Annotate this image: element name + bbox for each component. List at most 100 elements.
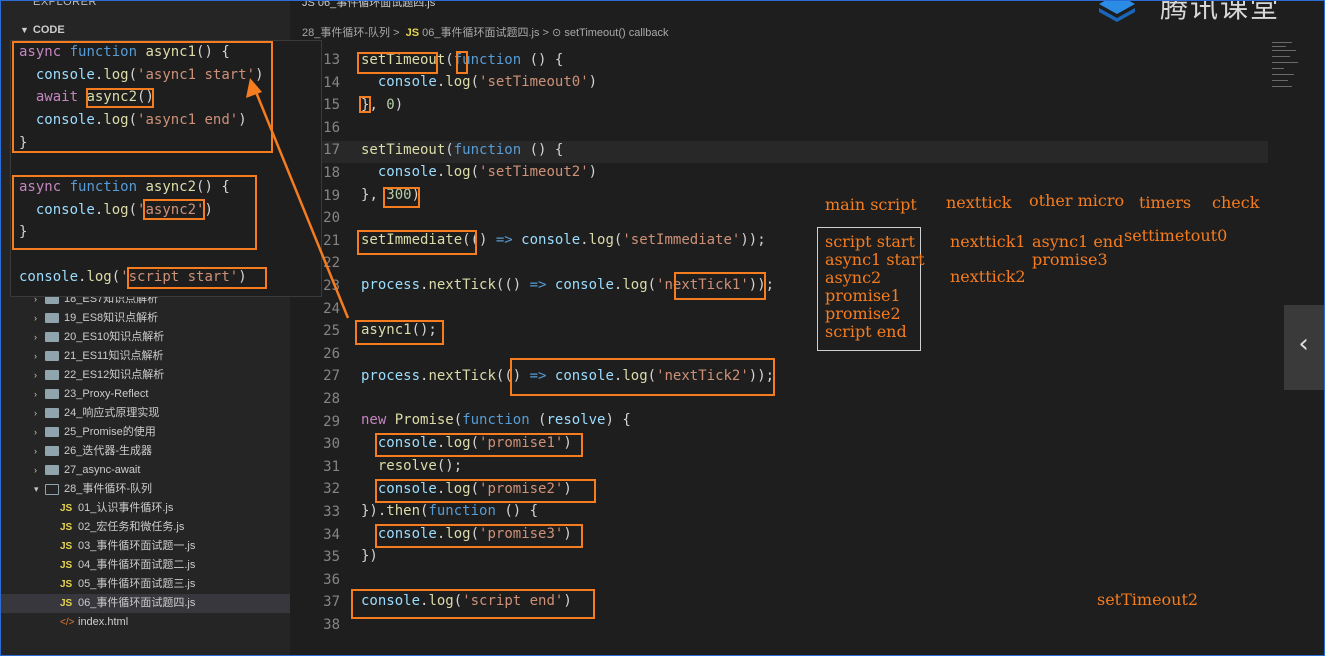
tree-folder-item[interactable]: › 26_迭代器-生成器 bbox=[0, 442, 290, 461]
token: 0 bbox=[386, 97, 395, 113]
tree-item-label: 05_事件循环面试题三.js bbox=[78, 578, 196, 590]
tree-file-item[interactable]: JS 05_事件循环面试题三.js bbox=[0, 575, 290, 594]
highlight-async2-body bbox=[12, 175, 257, 250]
tree-item-label: 21_ES11知识点解析 bbox=[64, 350, 164, 362]
tree-item-label: 06_事件循环面试题四.js bbox=[78, 597, 196, 609]
tree-folder-item[interactable]: › 23_Proxy-Reflect bbox=[0, 385, 290, 404]
minimap[interactable] bbox=[1270, 40, 1300, 100]
token: ( bbox=[529, 412, 547, 428]
tree-file-item[interactable]: JS 03_事件循环面试题一.js bbox=[0, 537, 290, 556]
highlight-setimmediate bbox=[357, 230, 477, 255]
js-file-icon: JS bbox=[60, 579, 73, 590]
folder-icon bbox=[45, 427, 59, 437]
token: () { bbox=[495, 503, 539, 519]
line-number: 26 bbox=[323, 345, 340, 362]
token: ( bbox=[445, 142, 454, 158]
token: process bbox=[361, 277, 421, 293]
line-number: 38 bbox=[323, 617, 340, 633]
breadcrumb: 28_事件循环-队列 > JS 06_事件循环面试题四.js > ⊙ setTi… bbox=[302, 24, 668, 40]
token: , bbox=[369, 97, 387, 113]
token: )); bbox=[740, 232, 766, 248]
highlight-300-delay bbox=[383, 187, 420, 208]
tree-item-label: 20_ES10知识点解析 bbox=[64, 331, 165, 343]
token: () { bbox=[521, 52, 564, 68]
token: resolve bbox=[546, 412, 606, 428]
tree-folder-item[interactable]: › 22_ES12知识点解析 bbox=[0, 366, 290, 385]
tree-folder-item[interactable]: › 24_响应式原理实现 bbox=[0, 404, 290, 423]
highlight-settimeout0 bbox=[357, 52, 438, 74]
main-script-entry: promise2 bbox=[825, 304, 901, 323]
workspace-section-toggle[interactable]: ▼ CODE bbox=[20, 24, 65, 36]
tree-item-label: 03_事件循环面试题一.js bbox=[78, 540, 196, 552]
collapse-panel-button[interactable]: ‹ bbox=[1284, 305, 1325, 390]
other-micro-entry: promise3 bbox=[1032, 250, 1108, 269]
code-line-35: }) bbox=[361, 548, 378, 564]
breadcrumb-folder[interactable]: 28_事件循环-队列 bbox=[302, 27, 390, 39]
tree-file-item[interactable]: JS 06_事件循环面试题四.js bbox=[0, 594, 290, 613]
token: ) bbox=[394, 97, 404, 113]
highlight-promise3 bbox=[375, 524, 583, 548]
chevron-right-icon: › bbox=[34, 427, 37, 437]
token: log bbox=[445, 74, 471, 90]
line-number: 33 bbox=[323, 504, 340, 520]
token: ( bbox=[453, 412, 463, 428]
main-script-entry: script start bbox=[825, 232, 915, 251]
line-number: 35 bbox=[323, 549, 340, 566]
tencent-classroom-logo bbox=[1099, 0, 1135, 22]
tree-file-item[interactable]: JS 04_事件循环面试题二.js bbox=[0, 556, 290, 575]
tree-item-label: 01_认识事件循环.js bbox=[78, 502, 174, 514]
tree-item-label: 27_async-await bbox=[64, 464, 141, 476]
queue-header: check bbox=[1212, 193, 1260, 212]
folder-icon bbox=[45, 351, 59, 361]
tree-folder-item[interactable]: › 27_async-await bbox=[0, 461, 290, 480]
nexttick-entry: nexttick2 bbox=[950, 267, 1026, 286]
line-number: 34 bbox=[323, 526, 340, 543]
folder-icon bbox=[45, 484, 59, 495]
token: (() bbox=[495, 277, 530, 293]
token: => bbox=[495, 232, 513, 248]
code-line-18: console.log('setTimeout2') bbox=[361, 164, 597, 180]
breadcrumb-symbol[interactable]: setTimeout() callback bbox=[564, 27, 668, 39]
brand-text: 腾讯课堂 bbox=[1160, 0, 1281, 24]
token: setTimeout bbox=[361, 142, 446, 158]
token: () { bbox=[521, 142, 564, 158]
folder-icon bbox=[45, 408, 59, 418]
breadcrumb-file[interactable]: 06_事件循环面试题四.js bbox=[422, 27, 539, 39]
token: ) bbox=[588, 164, 598, 180]
chevron-right-icon: › bbox=[34, 389, 37, 399]
token: log bbox=[445, 164, 471, 180]
line-number: 36 bbox=[323, 571, 340, 588]
code-line-17: setTimeout(function () { bbox=[361, 142, 563, 158]
tree-folder-item[interactable]: › 19_ES8知识点解析 bbox=[0, 309, 290, 328]
queue-header: other micro bbox=[1029, 191, 1125, 210]
tree-item-label: 02_宏任务和微任务.js bbox=[78, 521, 185, 533]
token: => bbox=[529, 277, 547, 293]
chevron-right-icon: › bbox=[34, 351, 37, 361]
token: new bbox=[361, 412, 387, 428]
token: function bbox=[453, 142, 522, 158]
code-line-33: }).then(function () { bbox=[361, 503, 538, 519]
tab-active-file[interactable]: JS 06_事件循环面试题四.js bbox=[302, 0, 435, 10]
js-file-icon: JS bbox=[60, 522, 73, 533]
workspace-label: CODE bbox=[32, 24, 65, 36]
folder-icon bbox=[45, 332, 59, 342]
tree-folder-item[interactable]: › 21_ES11知识点解析 bbox=[0, 347, 290, 366]
tree-file-item[interactable]: </> index.html bbox=[0, 613, 290, 632]
line-number: 24 bbox=[323, 300, 340, 317]
tree-item-label: 23_Proxy-Reflect bbox=[64, 388, 149, 400]
queue-header: timers bbox=[1139, 193, 1192, 212]
line-number: 37 bbox=[323, 594, 340, 611]
tree-folder-item[interactable]: ▾ 28_事件循环-队列 bbox=[0, 480, 290, 499]
token: ( bbox=[647, 277, 657, 293]
main-script-entry: promise1 bbox=[825, 286, 901, 305]
explorer-header: EXPLORER ▼ CODE bbox=[0, 0, 290, 40]
line-number: 31 bbox=[323, 458, 340, 475]
line-number: 30 bbox=[323, 436, 340, 453]
tree-folder-item[interactable]: › 25_Promise的使用 bbox=[0, 423, 290, 442]
token: ) bbox=[588, 74, 598, 90]
token: nextTick bbox=[428, 277, 496, 293]
tree-file-item[interactable]: JS 01_认识事件循环.js bbox=[0, 499, 290, 518]
tree-file-item[interactable]: JS 02_宏任务和微任务.js bbox=[0, 518, 290, 537]
folder-icon bbox=[45, 370, 59, 380]
tree-folder-item[interactable]: › 20_ES10知识点解析 bbox=[0, 328, 290, 347]
